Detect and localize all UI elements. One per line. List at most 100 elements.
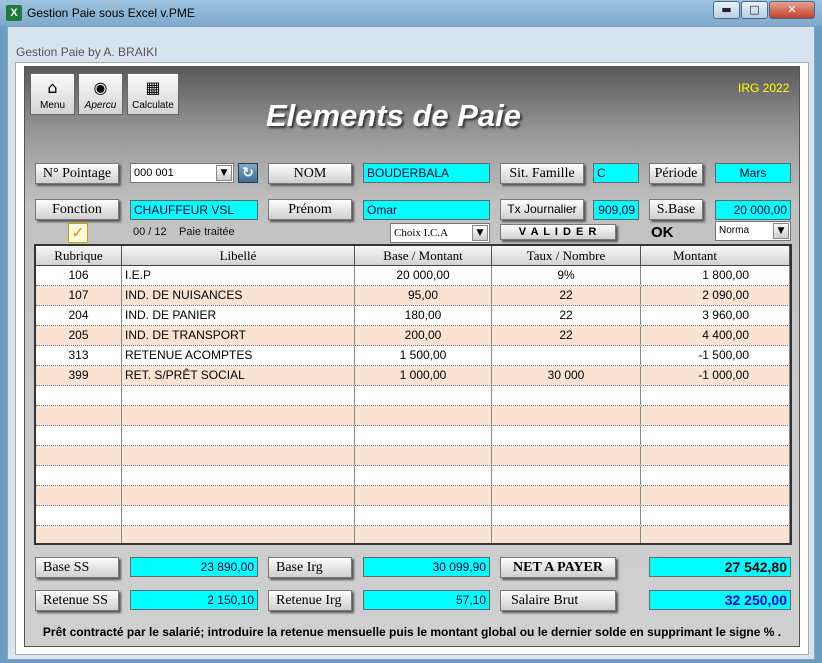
cell-taux[interactable] xyxy=(492,486,641,505)
cell-rubrique[interactable] xyxy=(36,446,122,465)
cell-taux[interactable] xyxy=(492,406,641,425)
cell-montant[interactable]: 1 800,00 xyxy=(641,266,790,285)
cell-base[interactable]: 180,00 xyxy=(355,306,492,325)
cell-libelle[interactable] xyxy=(122,446,355,465)
fonction-field[interactable]: CHAUFFEUR VSL xyxy=(130,200,258,220)
cell-base[interactable] xyxy=(355,466,492,485)
table-row[interactable]: 313 RETENUE ACOMPTES 1 500,00 -1 500,00 xyxy=(36,346,790,366)
maximize-button[interactable]: □ xyxy=(741,1,768,19)
cell-taux[interactable]: 22 xyxy=(492,286,641,305)
cell-montant[interactable] xyxy=(641,526,790,543)
cell-montant[interactable] xyxy=(641,426,790,445)
paie-checkbox[interactable]: ✓ xyxy=(68,223,88,243)
table-row[interactable] xyxy=(36,506,790,526)
cell-libelle[interactable] xyxy=(122,526,355,543)
cell-libelle[interactable]: IND. DE NUISANCES xyxy=(122,286,355,305)
cell-taux[interactable]: 9% xyxy=(492,266,641,285)
cell-base[interactable] xyxy=(355,426,492,445)
table-row[interactable] xyxy=(36,406,790,426)
cell-base[interactable] xyxy=(355,506,492,525)
cell-taux[interactable] xyxy=(492,346,641,365)
periode-field[interactable]: Mars xyxy=(715,163,791,183)
cell-montant[interactable]: 3 960,00 xyxy=(641,306,790,325)
cell-libelle[interactable] xyxy=(122,466,355,485)
cell-taux[interactable] xyxy=(492,426,641,445)
pointage-select[interactable]: 000 001 ▼ xyxy=(130,163,234,183)
cell-taux[interactable] xyxy=(492,466,641,485)
sbase-field[interactable]: 20 000,00 xyxy=(715,200,791,220)
cell-taux[interactable]: 30 000 xyxy=(492,366,641,385)
cell-libelle[interactable] xyxy=(122,406,355,425)
cell-base[interactable]: 1 500,00 xyxy=(355,346,492,365)
chevron-down-icon[interactable]: ▼ xyxy=(773,223,789,239)
cell-libelle[interactable] xyxy=(122,506,355,525)
cell-rubrique[interactable] xyxy=(36,506,122,525)
cell-montant[interactable] xyxy=(641,406,790,425)
cell-rubrique[interactable]: 204 xyxy=(36,306,122,325)
sit-famille-field[interactable]: C xyxy=(593,163,639,183)
chevron-down-icon[interactable]: ▼ xyxy=(216,165,232,181)
nom-field[interactable]: BOUDERBALA xyxy=(363,163,490,183)
choix-ica-select[interactable]: Choix I.C.A ▼ xyxy=(390,223,490,243)
prenom-field[interactable]: Omar xyxy=(363,200,490,220)
cell-libelle[interactable]: IND. DE PANIER xyxy=(122,306,355,325)
cell-libelle[interactable]: RETENUE ACOMPTES xyxy=(122,346,355,365)
tx-journalier-field[interactable]: 909,09 xyxy=(593,200,639,220)
chevron-down-icon[interactable]: ▼ xyxy=(472,225,488,241)
table-row[interactable]: 106 I.E.P 20 000,00 9% 1 800,00 xyxy=(36,266,790,286)
cell-taux[interactable] xyxy=(492,506,641,525)
table-row[interactable] xyxy=(36,386,790,406)
cell-libelle[interactable] xyxy=(122,486,355,505)
cell-base[interactable] xyxy=(355,386,492,405)
cell-montant[interactable] xyxy=(641,446,790,465)
pointage-button[interactable]: N° Pointage xyxy=(35,163,119,184)
cell-rubrique[interactable]: 106 xyxy=(36,266,122,285)
cell-base[interactable] xyxy=(355,406,492,425)
table-row[interactable]: 399 RET. S/PRÊT SOCIAL 1 000,00 30 000 -1 00… xyxy=(36,366,790,386)
cell-base[interactable]: 1 000,00 xyxy=(355,366,492,385)
minimize-button[interactable]: ▬ xyxy=(713,1,740,19)
table-row[interactable]: 107 IND. DE NUISANCES 95,00 22 2 090,00 xyxy=(36,286,790,306)
cell-base[interactable]: 200,00 xyxy=(355,326,492,345)
refresh-icon[interactable]: ↻ xyxy=(238,163,258,183)
cell-rubrique[interactable]: 313 xyxy=(36,346,122,365)
cell-taux[interactable] xyxy=(492,526,641,543)
cell-base[interactable] xyxy=(355,486,492,505)
cell-rubrique[interactable] xyxy=(36,406,122,425)
menu-button[interactable]: ⌂ Menu xyxy=(30,73,75,115)
cell-rubrique[interactable]: 205 xyxy=(36,326,122,345)
cell-rubrique[interactable] xyxy=(36,486,122,505)
cell-rubrique[interactable] xyxy=(36,386,122,405)
cell-rubrique[interactable] xyxy=(36,466,122,485)
cell-taux[interactable] xyxy=(492,386,641,405)
table-row[interactable] xyxy=(36,486,790,506)
cell-montant[interactable] xyxy=(641,466,790,485)
cell-libelle[interactable]: RET. S/PRÊT SOCIAL xyxy=(122,366,355,385)
cell-montant[interactable] xyxy=(641,486,790,505)
cell-montant[interactable]: 4 400,00 xyxy=(641,326,790,345)
valider-button[interactable]: V A L I D E R xyxy=(500,224,616,240)
cell-taux[interactable]: 22 xyxy=(492,306,641,325)
cell-montant[interactable]: -1 500,00 xyxy=(641,346,790,365)
cell-taux[interactable]: 22 xyxy=(492,326,641,345)
table-row[interactable]: 205 IND. DE TRANSPORT 200,00 22 4 400,00 xyxy=(36,326,790,346)
cell-libelle[interactable]: I.E.P xyxy=(122,266,355,285)
table-row[interactable] xyxy=(36,466,790,486)
table-row[interactable] xyxy=(36,426,790,446)
cell-taux[interactable] xyxy=(492,446,641,465)
cell-base[interactable] xyxy=(355,446,492,465)
norma-select[interactable]: Norma ▼ xyxy=(715,221,791,241)
cell-libelle[interactable]: IND. DE TRANSPORT xyxy=(122,326,355,345)
table-row[interactable]: 204 IND. DE PANIER 180,00 22 3 960,00 xyxy=(36,306,790,326)
apercu-button[interactable]: ◉ Apercu xyxy=(78,73,123,115)
cell-libelle[interactable] xyxy=(122,426,355,445)
cell-montant[interactable]: 2 090,00 xyxy=(641,286,790,305)
cell-montant[interactable]: -1 000,00 xyxy=(641,366,790,385)
cell-base[interactable] xyxy=(355,526,492,543)
table-row[interactable] xyxy=(36,526,790,543)
cell-rubrique[interactable]: 107 xyxy=(36,286,122,305)
cell-base[interactable]: 20 000,00 xyxy=(355,266,492,285)
cell-base[interactable]: 95,00 xyxy=(355,286,492,305)
cell-rubrique[interactable] xyxy=(36,526,122,543)
cell-libelle[interactable] xyxy=(122,386,355,405)
